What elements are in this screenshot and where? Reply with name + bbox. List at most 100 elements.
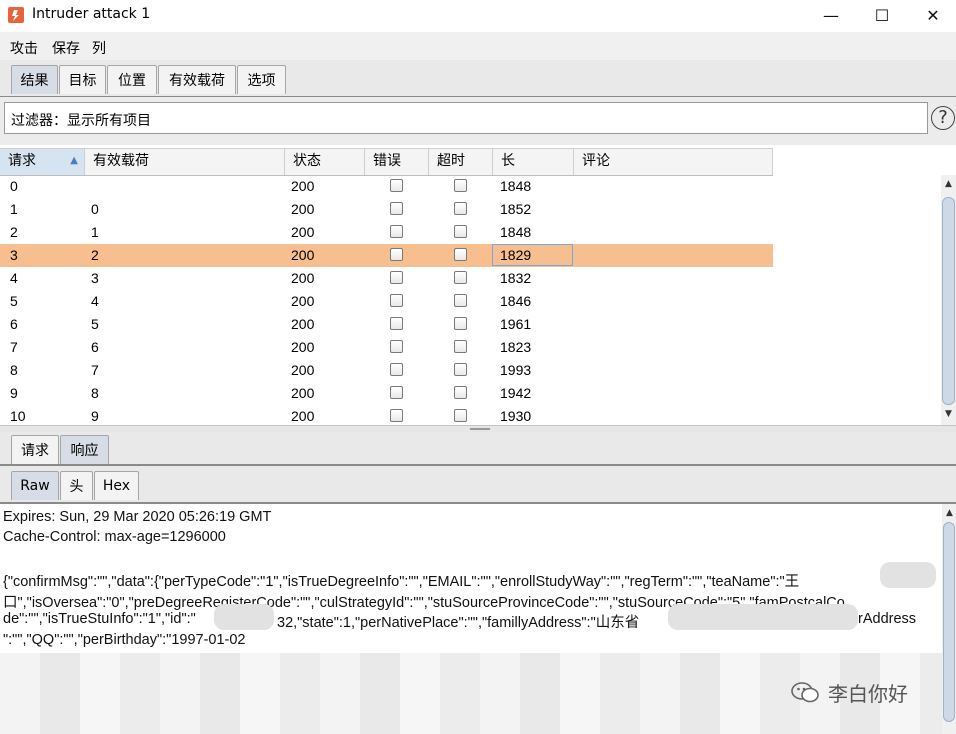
cell-status: 200 xyxy=(291,339,315,355)
scroll-down-arrow-icon[interactable]: ▼ xyxy=(942,407,955,421)
cell-length: 1961 xyxy=(500,316,532,332)
table-row[interactable]: 6 5 200 1961 xyxy=(0,313,773,336)
table-row[interactable]: 4 3 200 1832 xyxy=(0,267,773,290)
cell-payload: 5 xyxy=(91,316,99,332)
timeout-checkbox xyxy=(454,409,467,422)
tab-response[interactable]: 响应 xyxy=(60,435,109,464)
table-row[interactable]: 7 6 200 1823 xyxy=(0,336,773,359)
cell-payload: 1 xyxy=(91,224,99,240)
tab-request[interactable]: 请求 xyxy=(11,435,59,464)
table-row[interactable]: 8 7 200 1993 xyxy=(0,359,773,382)
tab-options[interactable]: 选项 xyxy=(237,65,286,94)
column-header-error[interactable]: 错误 xyxy=(365,149,429,175)
response-line: {"confirmMsg":"","data":{"perTypeCode":"… xyxy=(3,574,800,590)
cell-payload: 6 xyxy=(91,339,99,355)
close-button[interactable]: ✕ xyxy=(910,0,956,30)
response-line: Expires: Sun, 29 Mar 2020 05:26:19 GMT xyxy=(3,509,272,525)
table-row[interactable]: 2 1 200 1848 xyxy=(0,221,773,244)
timeout-checkbox xyxy=(454,340,467,353)
cell-status: 200 xyxy=(291,362,315,378)
filter-field[interactable]: 过滤器：显示所有项目 xyxy=(4,102,928,134)
table-row[interactable]: 9 8 200 1942 xyxy=(0,382,773,405)
tab-positions[interactable]: 位置 xyxy=(107,65,157,94)
scroll-thumb[interactable] xyxy=(942,197,955,405)
response-scrollbar[interactable]: ▲ xyxy=(942,504,956,734)
error-checkbox xyxy=(390,409,403,422)
detail-tab-bar: 请求 响应 xyxy=(0,432,956,466)
filter-label: 过滤器： xyxy=(11,113,67,129)
watermark-text: 李白你好 xyxy=(828,682,908,706)
cell-request: 0 xyxy=(10,178,18,194)
cell-request: 1 xyxy=(10,201,18,217)
cell-request: 7 xyxy=(10,339,18,355)
error-checkbox xyxy=(390,248,403,261)
cell-length: 1942 xyxy=(500,385,532,401)
menu-save[interactable]: 保存 xyxy=(52,38,80,58)
column-header-length[interactable]: 长 xyxy=(493,149,574,175)
sort-ascending-icon: ▲ xyxy=(70,155,78,166)
timeout-checkbox xyxy=(454,363,467,376)
table-row[interactable]: 5 4 200 1846 xyxy=(0,290,773,313)
tab-results[interactable]: 结果 xyxy=(11,65,58,94)
response-line: de":"","isTrueStuInfo":"1","id":" xyxy=(3,611,196,627)
cell-payload: 8 xyxy=(91,385,99,401)
column-header-timeout[interactable]: 超时 xyxy=(429,149,493,175)
scroll-thumb[interactable] xyxy=(943,522,955,722)
menu-bar: 攻击 保存 列 xyxy=(0,32,956,60)
scroll-up-arrow-icon[interactable]: ▲ xyxy=(943,506,956,520)
cell-status: 200 xyxy=(291,293,315,309)
tab-headers[interactable]: 头 xyxy=(60,471,93,500)
cell-length: 1823 xyxy=(500,339,532,355)
cell-status: 200 xyxy=(291,385,315,401)
tab-payloads[interactable]: 有效载荷 xyxy=(158,65,236,94)
cell-request: 2 xyxy=(10,224,18,240)
redaction-blur xyxy=(668,604,858,630)
redaction-blur xyxy=(214,604,274,630)
table-row[interactable]: 0 200 1848 xyxy=(0,175,773,198)
cell-payload: 3 xyxy=(91,270,99,286)
table-row[interactable]: 3 2 200 1829 xyxy=(0,244,773,267)
cell-length: 1848 xyxy=(500,224,532,240)
cell-status: 200 xyxy=(291,178,315,194)
column-header-request[interactable]: 请求 ▲ xyxy=(0,149,85,175)
filter-bar: 过滤器：显示所有项目 ? xyxy=(0,97,956,145)
timeout-checkbox xyxy=(454,179,467,192)
timeout-checkbox xyxy=(454,271,467,284)
tab-hex[interactable]: Hex xyxy=(94,471,139,500)
tab-raw[interactable]: Raw xyxy=(11,471,59,500)
minimize-button[interactable]: — xyxy=(808,0,854,30)
column-header-payload[interactable]: 有效载荷 xyxy=(85,149,285,175)
help-icon[interactable]: ? xyxy=(931,106,955,130)
maximize-button[interactable]: ☐ xyxy=(859,0,905,30)
title-bar: Intruder attack 1 — ☐ ✕ xyxy=(0,0,956,32)
error-checkbox xyxy=(390,225,403,238)
wechat-icon xyxy=(791,681,819,702)
scroll-up-arrow-icon[interactable]: ▲ xyxy=(942,177,955,191)
error-checkbox xyxy=(390,363,403,376)
cell-request: 5 xyxy=(10,293,18,309)
menu-attack[interactable]: 攻击 xyxy=(10,38,38,58)
cell-payload: 0 xyxy=(91,201,99,217)
window-title: Intruder attack 1 xyxy=(32,6,151,22)
column-header-status[interactable]: 状态 xyxy=(285,149,365,175)
error-checkbox xyxy=(390,179,403,192)
column-header-comment[interactable]: 评论 xyxy=(574,149,773,175)
results-table: 请求 ▲ 有效载荷 状态 错误 超时 长 评论 0 200 1848 1 0 200 1 8 5 2… xyxy=(0,148,956,425)
cell-request: 8 xyxy=(10,362,18,378)
tab-target[interactable]: 目标 xyxy=(59,65,106,94)
table-row[interactable]: 1 0 200 1852 xyxy=(0,198,773,221)
cell-length: 1993 xyxy=(500,362,532,378)
error-checkbox xyxy=(390,294,403,307)
menu-columns[interactable]: 列 xyxy=(92,38,106,58)
table-header: 请求 ▲ 有效载荷 状态 错误 超时 长 评论 xyxy=(0,148,773,176)
redaction-blur xyxy=(880,562,936,588)
filter-value: 显示所有项目 xyxy=(67,113,151,129)
cell-status: 200 xyxy=(291,270,315,286)
table-scrollbar[interactable]: ▲ ▼ xyxy=(941,175,956,425)
response-line: 32,"state":1,"perNativePlace":"","famill… xyxy=(277,615,640,631)
timeout-checkbox xyxy=(454,386,467,399)
cell-status: 200 xyxy=(291,224,315,240)
cell-length: 1846 xyxy=(500,293,532,309)
timeout-checkbox xyxy=(454,317,467,330)
watermark: 李白你好 xyxy=(790,678,908,707)
